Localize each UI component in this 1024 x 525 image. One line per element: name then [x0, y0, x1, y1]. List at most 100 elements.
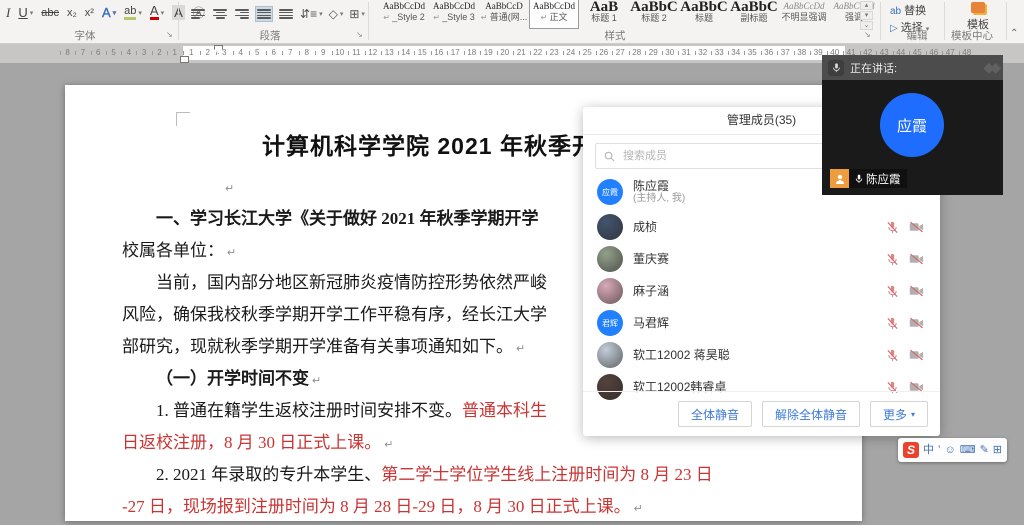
- ruler-number: 33: [711, 46, 728, 60]
- ruler-number: 3: [136, 46, 151, 60]
- chinese-mode-icon[interactable]: 中: [923, 438, 934, 462]
- justify-button[interactable]: [256, 7, 272, 21]
- font-color-button[interactable]: A▾: [150, 5, 164, 20]
- style-label: ↵ _Style 2: [380, 12, 428, 23]
- document-line: -27 日，现场报到注册时间为 8 月 28 日-29 日，8 月 30 日正式…: [122, 491, 842, 523]
- style-preview: AaBbCcD: [480, 1, 528, 12]
- member-row[interactable]: 董庆赛: [583, 243, 940, 275]
- speaker-video-window[interactable]: 正在讲话: ◆◆ 应霞 陈应霞: [822, 55, 1003, 195]
- ruler-number: 6: [266, 46, 283, 60]
- keyboard-icon[interactable]: ⌨: [960, 438, 976, 462]
- gallery-scroll-down[interactable]: ▾: [860, 11, 873, 20]
- style-card-1[interactable]: AaBbCcDd↵ _Style 3: [430, 0, 478, 28]
- mute-all-button[interactable]: 全体静音: [678, 401, 752, 427]
- ruler-number: 34: [728, 46, 745, 60]
- member-list: 应霞陈应霞(主持人, 我)成桢董庆赛麻子涵君辉马君辉软工12002 蒋昊聪软工1…: [583, 173, 940, 403]
- replace-icon: ab: [890, 6, 901, 17]
- speaker-name-tag: 陈应霞: [830, 169, 907, 188]
- member-row[interactable]: 软工12002 蒋昊聪: [583, 339, 940, 371]
- camera-muted-icon: [909, 253, 924, 265]
- style-card-5[interactable]: AaBbC标题 2: [630, 0, 678, 28]
- ruler-number: 8: [60, 46, 75, 60]
- member-row[interactable]: 麻子涵: [583, 275, 940, 307]
- style-card-4[interactable]: AaB标题 1: [580, 0, 628, 28]
- paragraph-dialog-launcher[interactable]: ↘: [356, 30, 363, 39]
- highlight-color-button[interactable]: ab▾: [124, 5, 142, 20]
- font-group-label: 字体: [40, 28, 130, 43]
- gallery-scroll-up[interactable]: ▴: [860, 1, 873, 10]
- template-icon: [971, 2, 985, 13]
- font-dialog-launcher[interactable]: ↘: [166, 30, 173, 39]
- style-card-2[interactable]: AaBbCcD↵ 普通(网...: [480, 0, 528, 28]
- ruler-number: 24: [563, 46, 580, 60]
- styles-dialog-launcher[interactable]: ↘: [864, 30, 871, 39]
- left-indent-marker[interactable]: [180, 56, 189, 63]
- member-avatar: [597, 214, 623, 240]
- borders-button[interactable]: ⊞▾: [349, 7, 365, 21]
- handwriting-icon[interactable]: ✎: [980, 438, 989, 462]
- ruler-number: 18: [464, 46, 481, 60]
- member-av-controls[interactable]: [886, 317, 924, 330]
- more-button[interactable]: 更多▾: [870, 401, 928, 427]
- collapse-ribbon-button[interactable]: ⌃: [1010, 28, 1018, 39]
- template-button[interactable]: 模板: [952, 2, 1004, 28]
- ruler-number: 26: [596, 46, 613, 60]
- ruler-number: 9: [315, 46, 332, 60]
- paragraph-mark: ↵: [516, 343, 525, 355]
- shading-button[interactable]: ◇▾: [329, 7, 344, 21]
- style-card-7[interactable]: AaBbC副标题: [730, 0, 778, 28]
- style-preview: AaBbC: [730, 1, 778, 13]
- italic-button[interactable]: I: [6, 5, 10, 21]
- distribute-button[interactable]: [278, 7, 294, 21]
- member-av-controls[interactable]: [886, 253, 924, 266]
- ruler-number: 12: [365, 46, 382, 60]
- ruler-number: 20: [497, 46, 514, 60]
- mic-muted-icon: [886, 317, 899, 330]
- style-card-0[interactable]: AaBbCcDd↵ _Style 2: [380, 0, 428, 28]
- style-label: ↵ 正文: [530, 12, 578, 23]
- member-av-controls[interactable]: [886, 285, 924, 298]
- line-spacing-button[interactable]: ⇵≡▾: [300, 7, 323, 21]
- member-avatar: [597, 278, 623, 304]
- punctuation-icon[interactable]: ’: [938, 438, 940, 462]
- ruler-number: 38: [794, 46, 811, 60]
- host-badge-icon: [830, 169, 849, 188]
- member-row[interactable]: 成桢: [583, 211, 940, 243]
- superscript-button[interactable]: x²: [85, 7, 94, 19]
- member-av-controls[interactable]: [886, 349, 924, 362]
- ruler-number: 27: [612, 46, 629, 60]
- toolbox-icon[interactable]: ⊞: [993, 438, 1002, 462]
- align-right-button[interactable]: [234, 7, 250, 21]
- replace-button[interactable]: ab替换: [890, 3, 929, 20]
- align-left-button[interactable]: [190, 7, 206, 21]
- strikethrough-button[interactable]: abc: [41, 7, 59, 19]
- style-preview: AaBbCcDd: [780, 1, 828, 12]
- style-card-3[interactable]: AaBbCcDd↵ 正文: [530, 0, 578, 28]
- document-line: 2. 2021 年录取的专升本学生、第二学士学位学生线上注册时间为 8 月 23…: [122, 459, 842, 491]
- ruler-number: 2: [152, 46, 167, 60]
- ime-toolbar[interactable]: S 中’☺⌨✎⊞: [898, 438, 1007, 462]
- emoji-icon[interactable]: ☺: [944, 438, 955, 462]
- ruler-number: 31: [678, 46, 695, 60]
- style-preview: AaBbCcDd: [530, 1, 578, 12]
- underline-button[interactable]: U▾: [18, 5, 33, 20]
- paragraph-mark: ↵: [384, 439, 393, 451]
- speaker-name: 陈应霞: [866, 171, 901, 187]
- style-label: 副标题: [730, 13, 778, 24]
- style-gallery-scroll: ▴ ▾ ⌄: [860, 1, 873, 30]
- style-label: 标题 1: [580, 13, 628, 24]
- text-effects-button[interactable]: A▾: [102, 5, 116, 20]
- ruler-number: 14: [398, 46, 415, 60]
- style-card-8[interactable]: AaBbCcDd不明显强调: [780, 0, 828, 28]
- member-row[interactable]: 君辉马君辉: [583, 307, 940, 339]
- style-card-6[interactable]: AaBbC标题: [680, 0, 728, 28]
- member-av-controls[interactable]: [886, 221, 924, 234]
- align-center-button[interactable]: [212, 7, 228, 21]
- member-name: 成桢: [633, 220, 657, 234]
- ime-logo-icon[interactable]: S: [903, 442, 919, 458]
- mic-on-icon: [855, 174, 863, 184]
- subscript-button[interactable]: x₂: [67, 7, 77, 19]
- style-preview: AaBbC: [680, 1, 728, 13]
- unmute-all-button[interactable]: 解除全体静音: [762, 401, 860, 427]
- ruler-number: 13: [381, 46, 398, 60]
